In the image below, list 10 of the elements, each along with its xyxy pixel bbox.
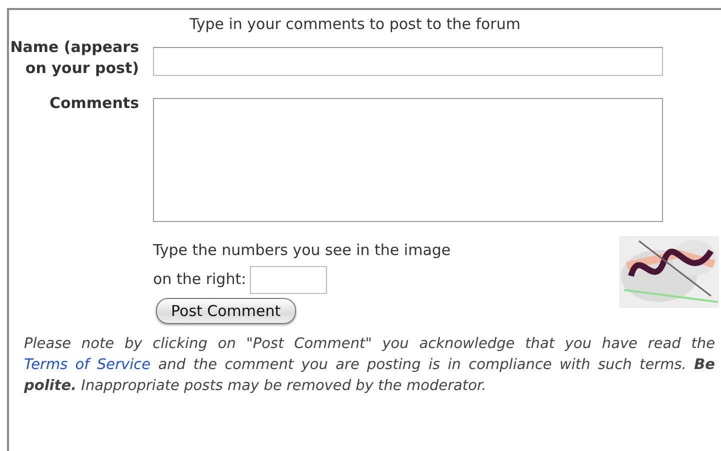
form-heading: Type in your comments to post to the forum	[188, 15, 522, 33]
field-label: Name (appears on your post)	[9, 37, 139, 79]
captcha-input-field[interactable]	[250, 266, 328, 294]
comments-input-field[interactable]	[153, 98, 663, 222]
name-input-field[interactable]	[153, 46, 663, 76]
disclaimer-text: Please note by clicking on "Post Comment" you acknowledge that you have read the Terms of Service and the comment you are posting is in compliance with such terms. Be polite. Inappropriate posts may be removed by the moderator.	[24, 335, 715, 396]
post-comment-button[interactable]: Post Comment	[156, 298, 296, 324]
terms-link[interactable]: Terms of Service	[24, 357, 151, 373]
captcha-prompt: Type the numbers you see in the image on the right:	[153, 236, 473, 294]
field-label: Comments	[48, 93, 139, 114]
